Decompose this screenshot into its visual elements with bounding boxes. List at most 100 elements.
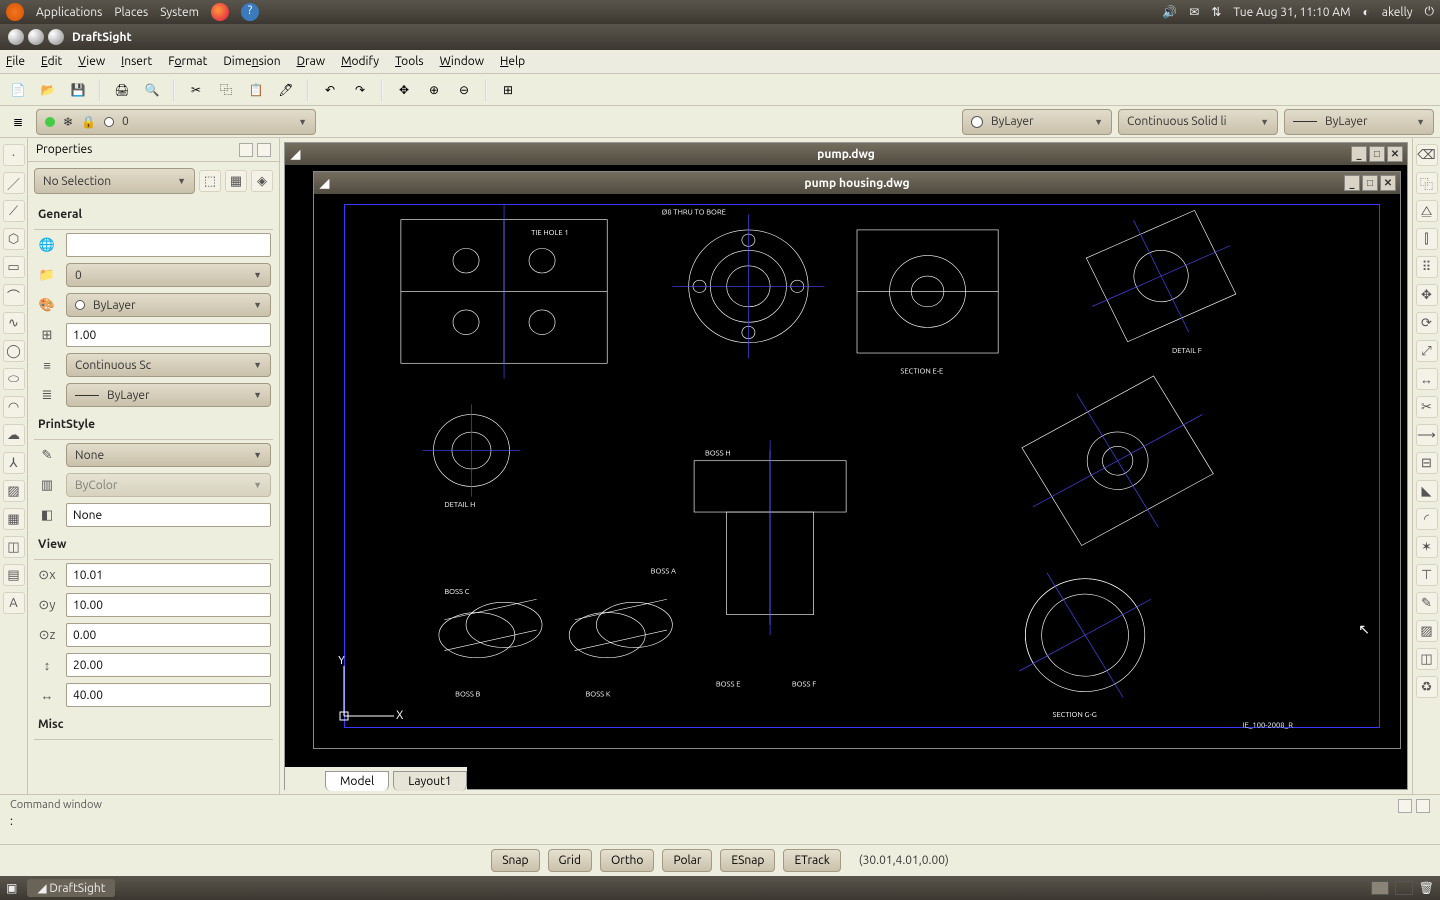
scale-tool[interactable]: ⤢ (1416, 340, 1438, 362)
view-h-field[interactable] (66, 683, 271, 707)
cmd-close-icon[interactable] (1416, 799, 1430, 813)
polygon-tool[interactable]: ⬡ (3, 228, 25, 250)
menu-insert[interactable]: Insert (121, 55, 152, 68)
chamfer-tool[interactable]: ◣ (1416, 480, 1438, 502)
copy-tool[interactable]: ⿻ (1416, 172, 1438, 194)
region-tool[interactable]: ▦ (3, 508, 25, 530)
menu-dimension[interactable]: Dimension (223, 55, 280, 68)
ellipse-tool[interactable]: ⬭ (3, 368, 25, 390)
revision-cloud-tool[interactable]: ☁ (3, 424, 25, 446)
menu-modify[interactable]: Modify (341, 55, 379, 68)
block-edit-tool[interactable]: ◫ (1416, 648, 1438, 670)
hyperlink-field[interactable] (66, 233, 271, 257)
rectangle-tool[interactable]: ▭ (3, 256, 25, 278)
spline-tool[interactable]: ∿ (3, 312, 25, 334)
grid-toggle[interactable]: Grid (548, 849, 592, 872)
trash-icon[interactable]: 🗑 (1419, 881, 1434, 895)
explode-tool[interactable]: ✶ (1416, 536, 1438, 558)
trim-tool[interactable]: ✂ (1416, 396, 1438, 418)
linetype-combo[interactable]: Continuous Solid li ▼ (1118, 109, 1278, 135)
ps-attached-field[interactable] (66, 503, 271, 527)
window-close-icon[interactable] (8, 29, 24, 45)
user-menu[interactable]: akelly (1382, 6, 1413, 19)
copy-button[interactable]: ⿻ (214, 78, 238, 102)
esnap-toggle[interactable]: ESnap (720, 849, 775, 872)
snap-toggle[interactable]: Snap (491, 849, 539, 872)
polyline-tool[interactable]: ⅄ (3, 452, 25, 474)
break-tool[interactable]: ⊟ (1416, 452, 1438, 474)
xline-tool[interactable]: ⟋ (3, 200, 25, 222)
drawing-canvas[interactable]: SECTION E-E DETAIL F DETAIL H (314, 194, 1400, 748)
point-tool[interactable]: · (3, 144, 25, 166)
menu-applications[interactable]: Applications (36, 6, 102, 19)
redo-button[interactable]: ↷ (348, 78, 372, 102)
menu-places[interactable]: Places (114, 6, 148, 19)
mail-icon[interactable]: ✉ (1189, 5, 1199, 19)
window-maximize-icon[interactable] (48, 29, 64, 45)
tab-layout1[interactable]: Layout1 (393, 771, 466, 791)
help-icon[interactable]: ? (241, 3, 259, 21)
ortho-toggle[interactable]: Ortho (600, 849, 654, 872)
extend-tool[interactable]: ⟶ (1416, 424, 1438, 446)
undo-button[interactable]: ↶ (318, 78, 342, 102)
layer-manager-button[interactable]: ≣ (6, 110, 30, 134)
circle-tool[interactable]: ◯ (3, 340, 25, 362)
firefox-icon[interactable] (211, 3, 229, 21)
panel-close-icon[interactable] (257, 143, 271, 157)
block-tool[interactable]: ◫ (3, 536, 25, 558)
window-minimize-icon[interactable] (28, 29, 44, 45)
new-button[interactable]: 📄 (6, 78, 30, 102)
select-button[interactable]: ▦ (225, 170, 247, 192)
view-y-field[interactable] (66, 593, 271, 617)
hatch-edit-tool[interactable]: ▨ (1416, 620, 1438, 642)
network-icon[interactable]: ⇅ (1211, 5, 1221, 19)
menu-format[interactable]: Format (168, 55, 207, 68)
view-z-field[interactable] (66, 623, 271, 647)
tab-model[interactable]: Model (325, 771, 389, 791)
menu-view[interactable]: View (78, 55, 105, 68)
array-tool[interactable]: ⠿ (1416, 256, 1438, 278)
view-x-field[interactable] (66, 563, 271, 587)
menu-edit[interactable]: Edit (41, 55, 62, 68)
menu-draw[interactable]: Draw (297, 55, 326, 68)
paste-button[interactable]: 📋 (244, 78, 268, 102)
line-tool[interactable]: ／ (3, 172, 25, 194)
color-combo[interactable]: ByLayer ▼ (962, 109, 1112, 135)
print-button[interactable]: 🖨 (110, 78, 134, 102)
mirror-tool[interactable]: ⧋ (1416, 200, 1438, 222)
doc-close-icon[interactable]: ✕ (1387, 146, 1403, 162)
purge-tool[interactable]: ♻ (1416, 676, 1438, 698)
stretch-tool[interactable]: ↔ (1416, 368, 1438, 390)
toggle-pickadd-button[interactable]: ◈ (251, 170, 273, 192)
doc-close-icon[interactable]: ✕ (1380, 175, 1396, 191)
polar-toggle[interactable]: Polar (662, 849, 712, 872)
volume-icon[interactable]: 🔊 (1162, 5, 1177, 19)
selection-combo[interactable]: No Selection ▼ (34, 168, 195, 194)
panel-undock-icon[interactable] (239, 143, 253, 157)
zoom-in-button[interactable]: ⊕ (422, 78, 446, 102)
etrack-toggle[interactable]: ETrack (783, 849, 840, 872)
layer-prop-combo[interactable]: 0▼ (66, 263, 271, 287)
table-tool[interactable]: ▤ (3, 564, 25, 586)
hatch-tool[interactable]: ▨ (3, 480, 25, 502)
text-tool[interactable]: A (3, 592, 25, 614)
open-button[interactable]: 📂 (36, 78, 60, 102)
doc-minimize-icon[interactable]: _ (1351, 146, 1367, 162)
cmd-undock-icon[interactable] (1398, 799, 1412, 813)
menu-system[interactable]: System (160, 6, 199, 19)
workspace-2[interactable] (1395, 881, 1413, 895)
fillet-tool[interactable]: ◜ (1416, 508, 1438, 530)
doc-maximize-icon[interactable]: □ (1369, 146, 1385, 162)
taskbar-draftsight[interactable]: ◢ DraftSight (27, 879, 115, 897)
move-tool[interactable]: ✥ (1416, 284, 1438, 306)
erase-tool[interactable]: ⌫ (1416, 144, 1438, 166)
align-tool[interactable]: ⊤ (1416, 564, 1438, 586)
layer-combo[interactable]: ❄ 🔒 0 ▼ (36, 109, 316, 135)
rotate-tool[interactable]: ⟳ (1416, 312, 1438, 334)
doc-minimize-icon[interactable]: _ (1344, 175, 1360, 191)
menu-window[interactable]: Window (440, 55, 484, 68)
save-button[interactable]: 💾 (66, 78, 90, 102)
lineweight-prop-combo[interactable]: ByLayer▼ (66, 383, 271, 407)
power-icon[interactable]: ⏻ (1425, 5, 1435, 19)
cut-button[interactable]: ✂ (184, 78, 208, 102)
